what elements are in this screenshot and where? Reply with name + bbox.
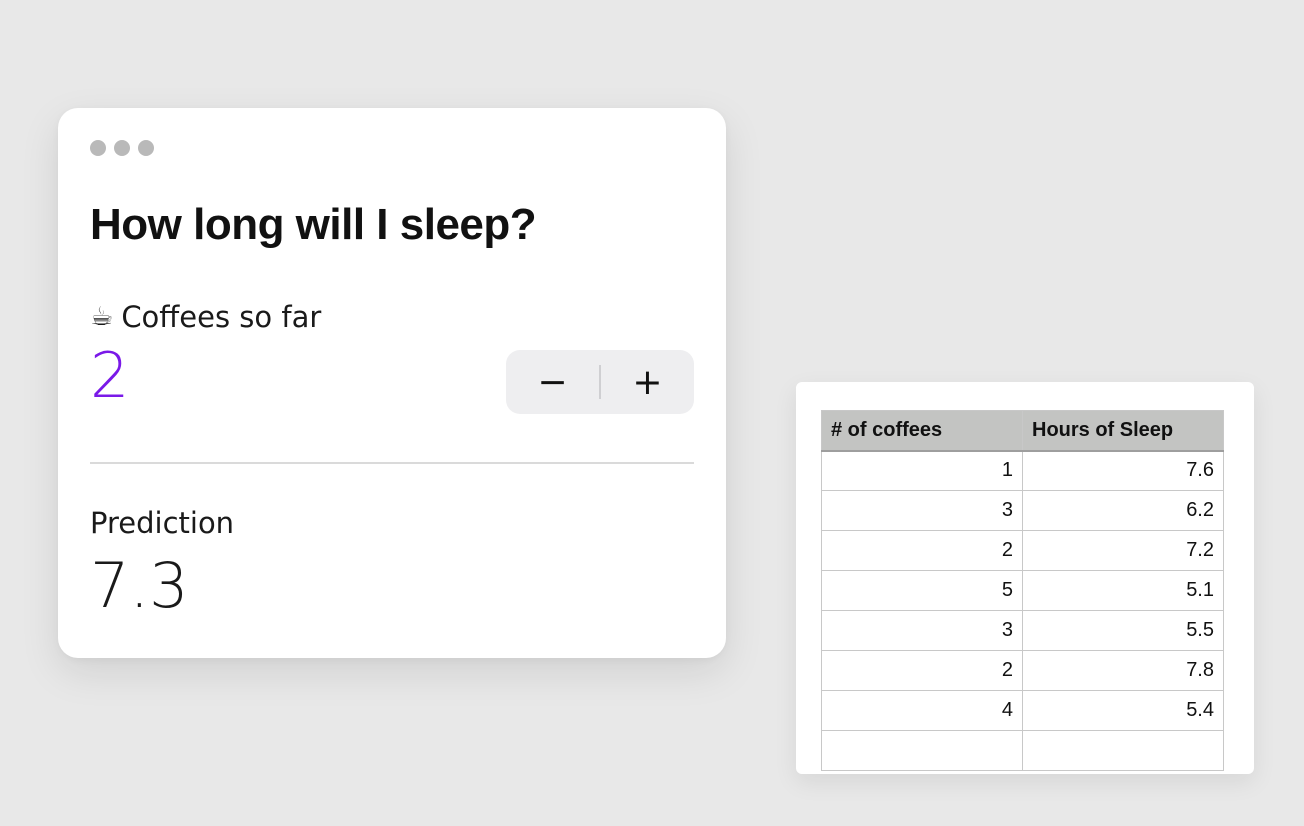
prediction-label: Prediction <box>90 506 235 540</box>
data-sheet: # of coffees Hours of Sleep 1 7.6 3 6.2 … <box>796 382 1254 774</box>
window-dots[interactable] <box>90 140 154 156</box>
table-cell[interactable]: 2 <box>821 650 1023 691</box>
column-header-hours-of-sleep[interactable]: Hours of Sleep <box>1022 410 1224 452</box>
increment-button[interactable]: + <box>601 350 694 414</box>
table-cell[interactable] <box>821 730 1023 771</box>
table-row: 3 6.2 <box>821 490 1224 531</box>
table-header-row: # of coffees Hours of Sleep <box>821 410 1224 452</box>
coffee-sleep-table: # of coffees Hours of Sleep 1 7.6 3 6.2 … <box>821 410 1224 771</box>
table-row: 1 7.6 <box>821 450 1224 491</box>
dot-icon <box>138 140 154 156</box>
table-cell[interactable]: 7.6 <box>1022 450 1224 491</box>
coffee-count-value: 2 <box>90 339 130 412</box>
table-cell[interactable]: 6.2 <box>1022 490 1224 531</box>
widget-title: How long will I sleep? <box>90 200 537 249</box>
table-cell[interactable]: 5.5 <box>1022 610 1224 651</box>
divider <box>90 462 694 464</box>
table-cell[interactable]: 1 <box>821 450 1023 491</box>
table-row: 5 5.1 <box>821 570 1224 611</box>
coffee-stepper: − + <box>506 350 694 414</box>
table-row: 2 7.8 <box>821 650 1224 691</box>
table-cell[interactable]: 5.4 <box>1022 690 1224 731</box>
dot-icon <box>114 140 130 156</box>
sleep-predictor-widget: How long will I sleep? ☕ Coffees so far … <box>58 108 726 658</box>
table-row: 2 7.2 <box>821 530 1224 571</box>
coffee-label: Coffees so far <box>121 300 322 334</box>
table-cell[interactable]: 4 <box>821 690 1023 731</box>
table-cell[interactable]: 7.8 <box>1022 650 1224 691</box>
table-cell[interactable]: 5 <box>821 570 1023 611</box>
table-cell[interactable] <box>1022 730 1224 771</box>
table-cell[interactable]: 3 <box>821 610 1023 651</box>
table-cell[interactable]: 2 <box>821 530 1023 571</box>
table-cell[interactable]: 5.1 <box>1022 570 1224 611</box>
table-cell[interactable]: 3 <box>821 490 1023 531</box>
coffee-cup-icon: ☕ <box>90 302 114 332</box>
table-row <box>821 730 1224 771</box>
table-cell[interactable]: 7.2 <box>1022 530 1224 571</box>
canvas: How long will I sleep? ☕ Coffees so far … <box>0 0 1304 826</box>
table-row: 3 5.5 <box>821 610 1224 651</box>
dot-icon <box>90 140 106 156</box>
column-header-coffees[interactable]: # of coffees <box>821 410 1023 452</box>
table-row: 4 5.4 <box>821 690 1224 731</box>
coffee-label-row: ☕ Coffees so far <box>90 300 321 334</box>
decrement-button[interactable]: − <box>506 350 599 414</box>
prediction-value: 7.3 <box>90 549 189 622</box>
